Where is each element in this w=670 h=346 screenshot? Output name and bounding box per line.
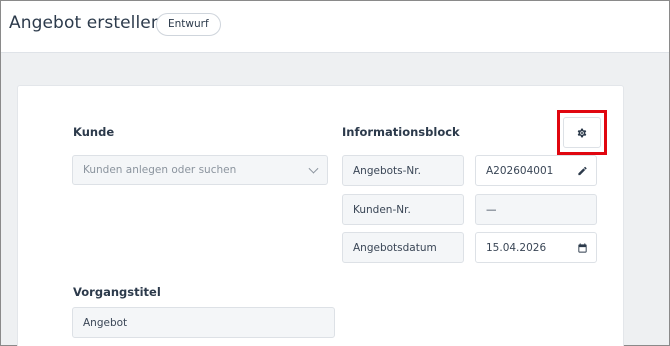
gear-icon (577, 128, 587, 137)
customer-number-label-cell: Kunden-Nr. (342, 194, 464, 225)
offer-number-label: Angebots-Nr. (353, 164, 421, 177)
customer-number-field: — (475, 194, 597, 225)
offer-number-label-cell: Angebots-Nr. (342, 155, 464, 186)
offer-date-value: 15.04.2026 (486, 241, 547, 254)
process-title-input[interactable]: Angebot (72, 307, 335, 338)
info-block-settings-button[interactable] (563, 117, 601, 148)
status-badge: Entwurf (156, 13, 221, 36)
offer-date-field[interactable]: 15.04.2026 (475, 232, 597, 263)
process-title-value: Angebot (83, 316, 128, 329)
calendar-icon[interactable] (577, 242, 588, 253)
offer-number-field[interactable]: A202604001 (475, 155, 597, 186)
customer-search-select[interactable]: Kunden anlegen oder suchen (72, 155, 328, 185)
process-title-section-label: Vorgangstitel (73, 285, 161, 299)
info-block-section-label: Informationsblock (342, 125, 460, 139)
offer-number-value: A202604001 (486, 164, 554, 177)
top-bar: Angebot erstellen Entwurf (1, 1, 669, 53)
offer-date-label: Angebotsdatum (353, 241, 437, 254)
customer-number-value: — (486, 203, 497, 216)
customer-number-label: Kunden-Nr. (353, 203, 411, 216)
customer-section-label: Kunde (73, 125, 115, 139)
page-title: Angebot erstellen (9, 13, 162, 33)
customer-search-placeholder: Kunden anlegen oder suchen (83, 164, 237, 176)
chevron-down-icon (308, 163, 319, 174)
pencil-icon[interactable] (577, 165, 588, 176)
offer-date-label-cell: Angebotsdatum (342, 232, 464, 263)
